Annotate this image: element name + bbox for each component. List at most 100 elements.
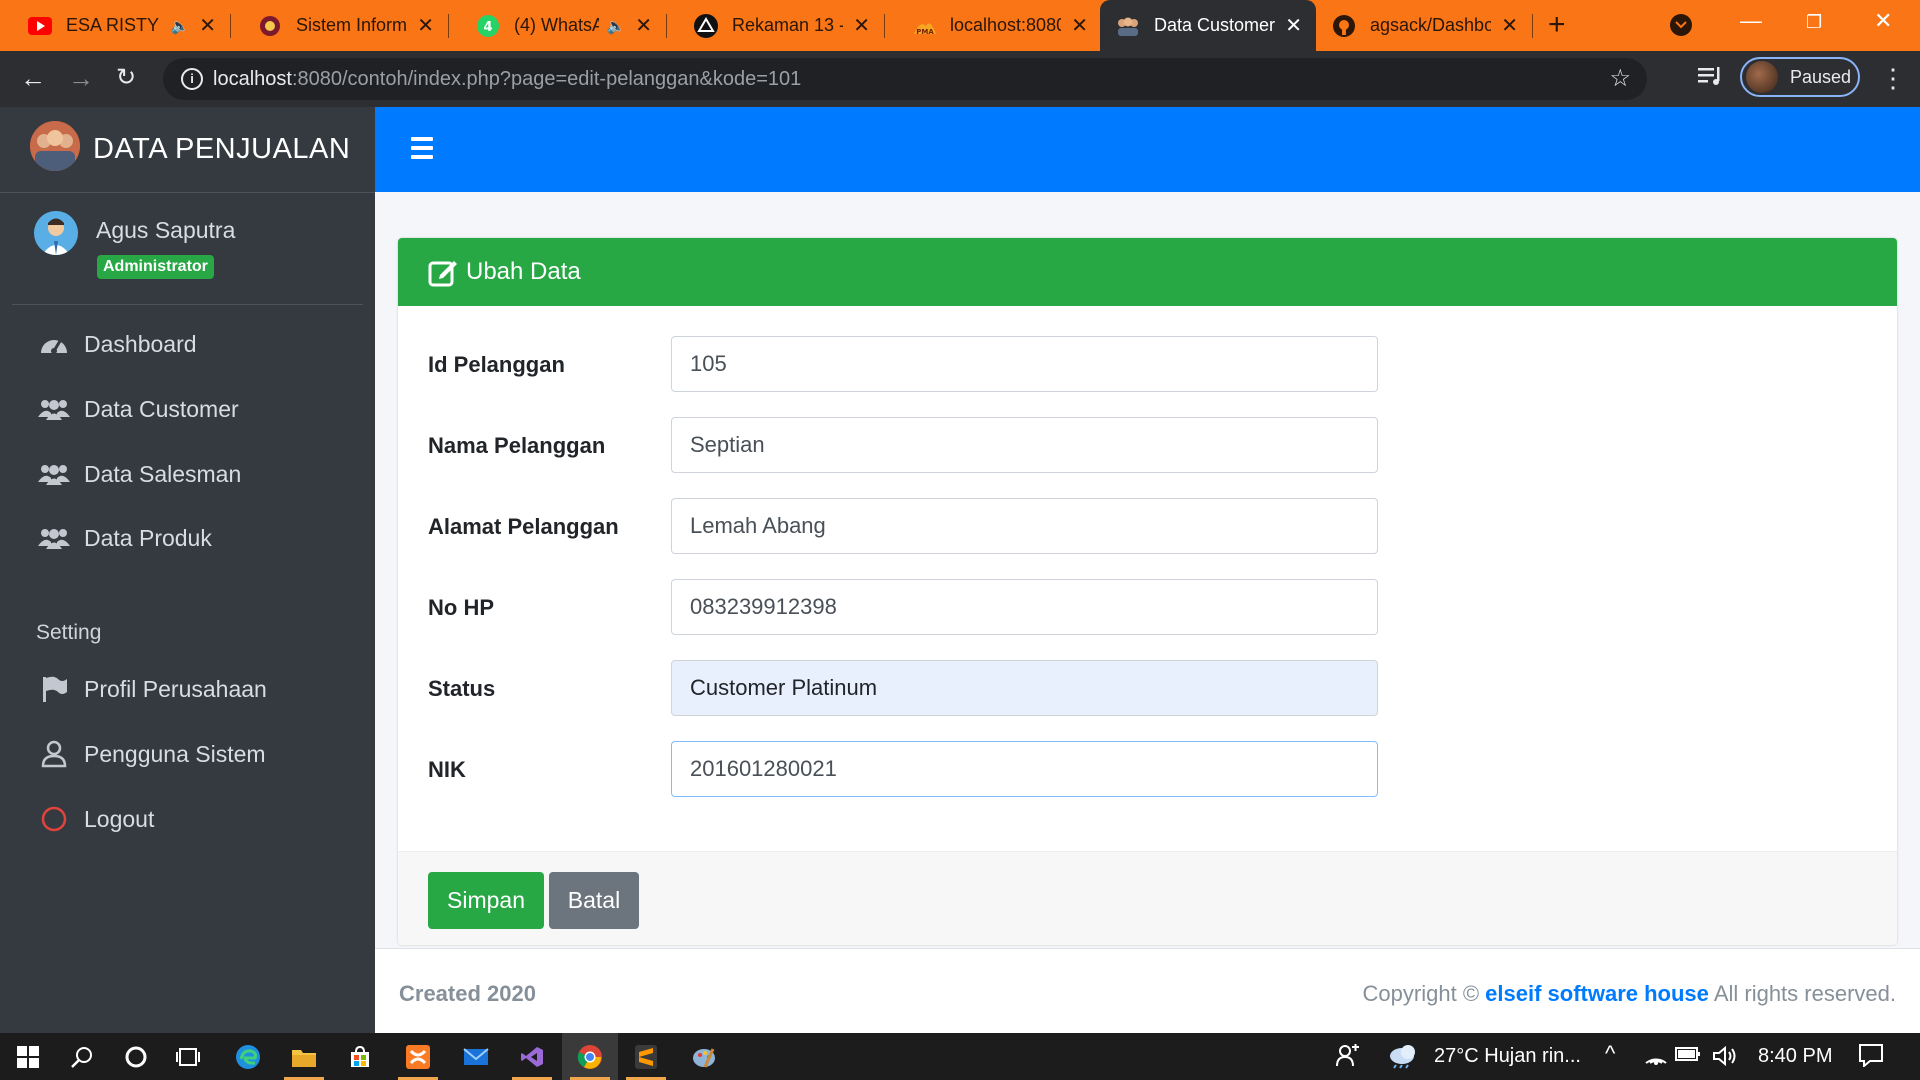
browser-tab[interactable]: 4 (4) WhatsA 🔈 ✕ xyxy=(448,0,666,51)
nik-input[interactable] xyxy=(671,741,1378,797)
media-control-icon[interactable] xyxy=(1697,65,1723,92)
forward-arrow-icon[interactable]: → xyxy=(68,63,94,94)
cancel-button[interactable]: Batal xyxy=(549,872,639,929)
search-icon[interactable] xyxy=(54,1033,110,1080)
browser-tab-strip: ESA RISTY 🔈 ✕ Sistem Informa ✕ 4 (4) Wha… xyxy=(0,0,1920,51)
id-pelanggan-input[interactable] xyxy=(671,336,1378,392)
speaker-icon[interactable]: 🔈 xyxy=(171,17,190,35)
close-tab-icon[interactable]: ✕ xyxy=(1071,13,1088,38)
svg-text:4: 4 xyxy=(483,20,492,35)
company-link[interactable]: elseif software house xyxy=(1485,981,1709,1006)
power-icon xyxy=(38,804,70,834)
profile-button[interactable]: Paused xyxy=(1740,57,1860,97)
weather-icon[interactable] xyxy=(1388,1041,1420,1075)
avatar xyxy=(1746,61,1778,93)
chevron-up-icon[interactable]: ^ xyxy=(1605,1041,1615,1067)
browser-tab-active[interactable]: Data Customer ✕ xyxy=(1100,0,1316,51)
brand-link[interactable]: DATA PENJUALAN xyxy=(0,107,375,193)
tab-title: localhost:8080 xyxy=(950,15,1062,35)
no-hp-input[interactable] xyxy=(671,579,1378,635)
minimize-button[interactable]: — xyxy=(1740,8,1762,34)
battery-icon[interactable] xyxy=(1675,1045,1701,1069)
weather-text[interactable]: 27°C Hujan rin... xyxy=(1434,1045,1581,1068)
info-icon[interactable]: i xyxy=(181,68,203,90)
close-tab-icon[interactable]: ✕ xyxy=(199,13,216,38)
task-view-icon[interactable] xyxy=(160,1033,216,1080)
close-tab-icon[interactable]: ✕ xyxy=(417,13,434,38)
status-select[interactable]: Customer Platinum xyxy=(671,660,1378,716)
tab-search-button[interactable] xyxy=(1670,14,1692,36)
flag-icon xyxy=(38,674,70,704)
alamat-pelanggan-input[interactable] xyxy=(671,498,1378,554)
visual-studio-icon[interactable] xyxy=(504,1033,560,1080)
drive-icon xyxy=(694,13,718,38)
cortana-icon[interactable] xyxy=(108,1033,164,1080)
sidebar: DATA PENJUALAN Agus Saputra Administrato… xyxy=(0,107,375,1033)
close-tab-icon[interactable]: ✕ xyxy=(853,13,870,38)
save-button[interactable]: Simpan xyxy=(428,872,544,929)
field-label: No HP xyxy=(428,595,494,620)
users-icon xyxy=(38,394,70,424)
chrome-icon[interactable] xyxy=(562,1033,618,1080)
nav-item-dashboard[interactable]: Dashboard xyxy=(38,329,197,359)
restore-button[interactable]: ❐ xyxy=(1806,12,1822,33)
browser-tab[interactable]: Rekaman 13 - ( ✕ xyxy=(666,0,884,51)
nav-item-logout[interactable]: Logout xyxy=(38,804,154,834)
url-text[interactable]: localhost:8080/contoh/index.php?page=edi… xyxy=(213,68,801,91)
window-close-button[interactable]: ✕ xyxy=(1874,8,1892,34)
nav-item-data-produk[interactable]: Data Produk xyxy=(38,523,212,553)
notification-icon[interactable] xyxy=(1858,1043,1884,1073)
edit-icon xyxy=(428,257,458,287)
nav-item-data-salesman[interactable]: Data Salesman xyxy=(38,459,241,489)
github-icon xyxy=(1332,14,1356,38)
sublime-text-icon[interactable] xyxy=(618,1033,674,1080)
xampp-icon[interactable] xyxy=(390,1033,446,1080)
nama-pelanggan-input[interactable] xyxy=(671,417,1378,473)
back-arrow-icon[interactable]: ← xyxy=(20,63,46,94)
wifi-icon[interactable] xyxy=(1644,1045,1668,1071)
close-tab-icon[interactable]: ✕ xyxy=(635,13,652,38)
file-explorer-icon[interactable] xyxy=(276,1033,332,1080)
tab-title: Sistem Informa xyxy=(296,15,408,35)
user-name[interactable]: Agus Saputra xyxy=(96,217,235,244)
more-menu-icon[interactable]: ⋮ xyxy=(1880,63,1906,94)
clock-time[interactable]: 8:40 PM xyxy=(1758,1045,1832,1068)
nav-item-pengguna-sistem[interactable]: Pengguna Sistem xyxy=(38,739,266,769)
paint-icon[interactable] xyxy=(676,1033,732,1080)
nav-label: Data Customer xyxy=(84,395,239,422)
form-row-nik: NIK xyxy=(428,741,1378,797)
menu-toggle-icon[interactable] xyxy=(411,137,433,164)
address-bar[interactable]: i localhost:8080/contoh/index.php?page=e… xyxy=(163,58,1647,100)
avatar xyxy=(34,211,78,255)
mail-icon[interactable] xyxy=(448,1033,504,1080)
card-title: Ubah Data xyxy=(466,258,581,285)
form-row-nohp: No HP xyxy=(428,579,1378,635)
edge-icon[interactable] xyxy=(220,1033,276,1080)
browser-tab[interactable]: Sistem Informa ✕ xyxy=(230,0,448,51)
bookmark-star-icon[interactable]: ☆ xyxy=(1609,64,1631,93)
speaker-icon[interactable]: 🔈 xyxy=(607,17,626,35)
close-tab-icon[interactable]: ✕ xyxy=(1501,13,1518,38)
edit-customer-card: Ubah Data Id Pelanggan Nama Pelanggan Al… xyxy=(398,238,1897,945)
store-icon[interactable] xyxy=(332,1033,388,1080)
site-favicon-icon xyxy=(258,14,282,38)
browser-tab[interactable]: PMA localhost:8080 ✕ xyxy=(884,0,1102,51)
nav-label: Data Produk xyxy=(84,524,212,551)
reload-icon[interactable]: ↻ xyxy=(116,63,136,92)
card-header: Ubah Data xyxy=(398,238,1897,306)
users-icon xyxy=(38,459,70,489)
close-tab-icon[interactable]: ✕ xyxy=(1285,13,1302,38)
nav-item-data-customer[interactable]: Data Customer xyxy=(38,394,239,424)
role-badge: Administrator xyxy=(97,255,214,279)
new-tab-button[interactable]: + xyxy=(1548,8,1566,42)
volume-icon[interactable] xyxy=(1712,1045,1738,1073)
tab-title: ESA RISTY xyxy=(66,15,160,35)
nav-item-profil-perusahaan[interactable]: Profil Perusahaan xyxy=(38,674,267,704)
copyright-text: Copyright © elseif software house All ri… xyxy=(1363,981,1896,1007)
windows-taskbar: 27°C Hujan rin... ^ 8:40 PM xyxy=(0,1033,1920,1080)
windows-start-icon[interactable] xyxy=(0,1033,56,1080)
browser-tab[interactable]: ESA RISTY 🔈 ✕ xyxy=(0,0,230,51)
browser-tab[interactable]: agsack/Dashbo ✕ xyxy=(1316,0,1532,51)
people-icon[interactable] xyxy=(1336,1043,1360,1073)
user-panel: Agus Saputra Administrator xyxy=(12,193,363,305)
